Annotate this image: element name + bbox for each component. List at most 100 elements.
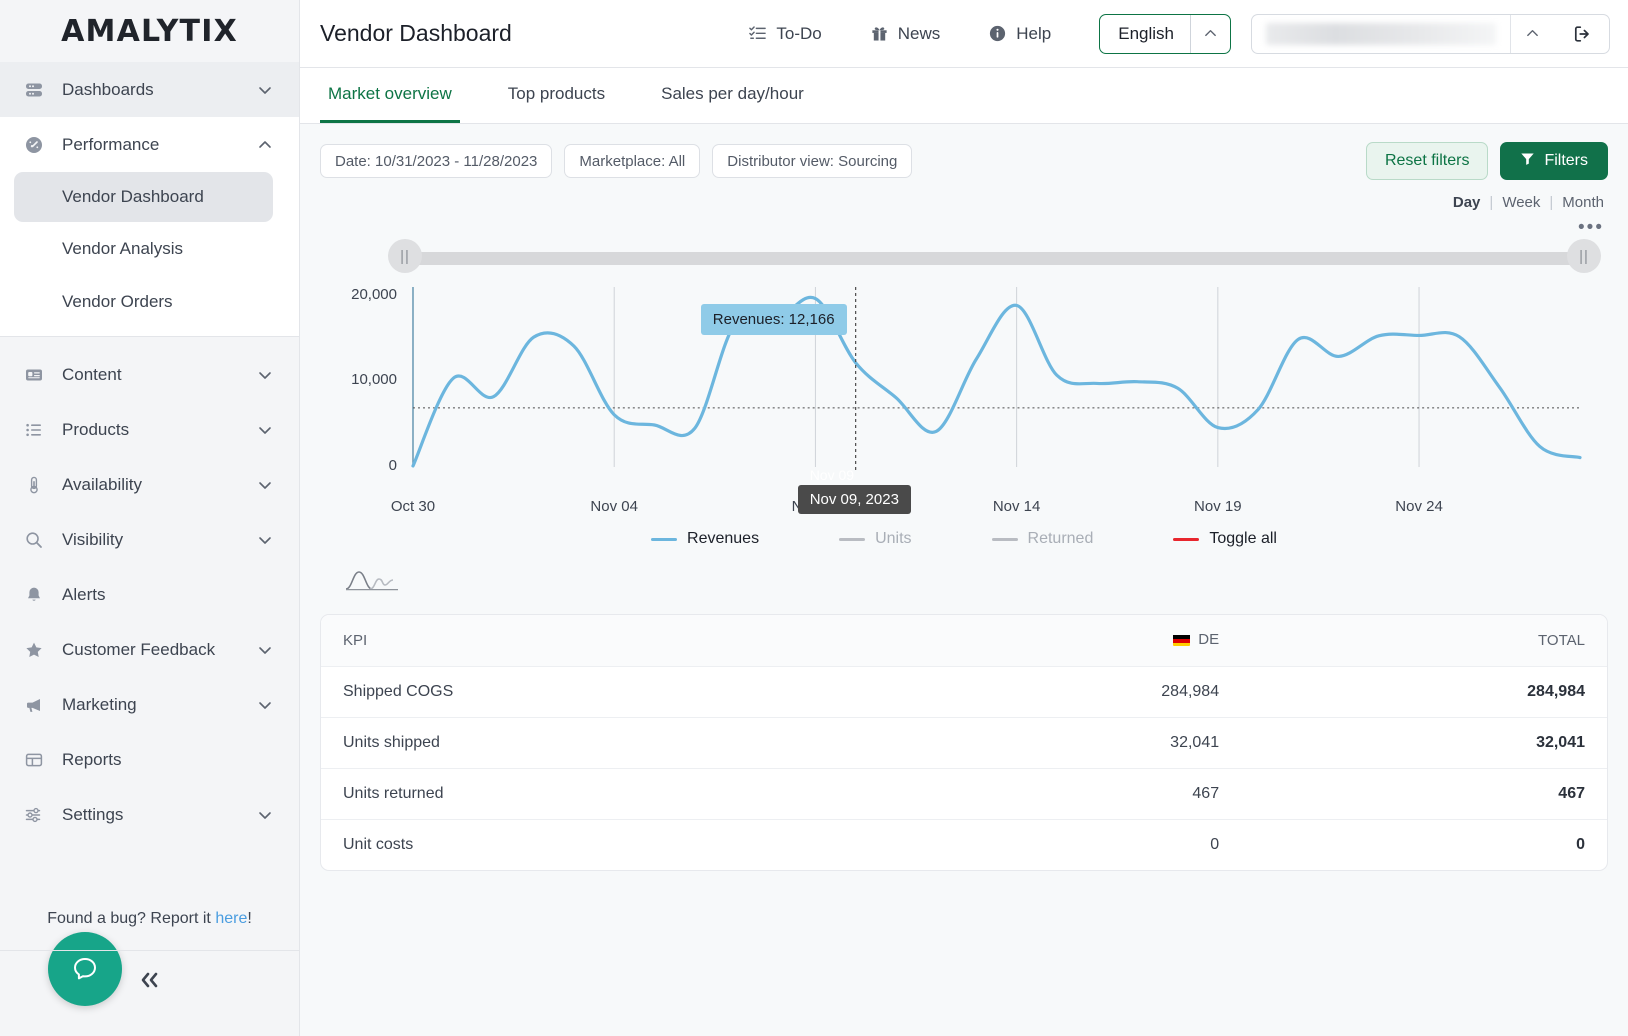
- sidebar-item-visibility[interactable]: Visibility: [0, 512, 299, 567]
- chevron-down-icon: [257, 532, 273, 548]
- sliders-icon: [24, 805, 50, 825]
- chart-tooltip-date-label: Nov 09, 2023: [809, 491, 899, 508]
- granularity-week[interactable]: Week: [1502, 194, 1540, 211]
- cell-kpi: Unit costs: [343, 835, 414, 853]
- cell-de: 467: [875, 768, 1242, 820]
- filter-chip-date[interactable]: Date: 10/31/2023 - 11/28/2023: [320, 144, 553, 178]
- granularity-day[interactable]: Day: [1453, 194, 1481, 211]
- x-axis-tick: Nov 14: [992, 498, 1041, 515]
- column-header-de-label: DE: [1198, 631, 1220, 648]
- account-select[interactable]: [1251, 13, 1554, 54]
- account-group: [1251, 13, 1610, 54]
- chevron-down-icon: [257, 697, 273, 713]
- de-flag-icon: [1173, 634, 1191, 646]
- chart-canvas: [411, 287, 1582, 473]
- sidebar-item-availability[interactable]: Availability: [0, 457, 299, 512]
- granularity-month[interactable]: Month: [1562, 194, 1604, 211]
- logo[interactable]: AMALYTIX: [0, 0, 299, 62]
- chart-more-menu[interactable]: •••: [300, 211, 1628, 239]
- info-icon: [988, 24, 1007, 43]
- sidebar-item-label: Marketing: [62, 694, 137, 714]
- revenue-line-chart[interactable]: 20,000 10,000 0 Oct 30 Nov 04 Nov 09 Nov…: [351, 277, 1584, 515]
- tab-market-overview[interactable]: Market overview: [320, 68, 460, 123]
- sidebar-item-alerts[interactable]: Alerts: [0, 567, 299, 622]
- legend-swatch: [839, 537, 866, 541]
- y-axis-tick: 0: [388, 457, 397, 474]
- reset-filters-button[interactable]: Reset filters: [1365, 142, 1489, 180]
- granularity-switch: Day | Week | Month: [300, 180, 1628, 211]
- sidebar-item-customer-feedback[interactable]: Customer Feedback: [0, 622, 299, 677]
- bug-report-prefix: Found a bug? Report it: [47, 910, 216, 927]
- help-link[interactable]: Help: [988, 24, 1051, 44]
- chevron-down-icon: [257, 82, 273, 98]
- dashboards-icon: [24, 80, 50, 100]
- grip-icon: ||: [1579, 247, 1589, 265]
- sidebar-item-marketing[interactable]: Marketing: [0, 677, 299, 732]
- x-axis-tick: Nov 04: [590, 498, 638, 515]
- range-handle-right[interactable]: ||: [1567, 239, 1601, 273]
- chevron-down-icon: [257, 642, 273, 658]
- filter-chip-marketplace[interactable]: Marketplace: All: [564, 144, 701, 178]
- chevron-down-icon: [257, 367, 273, 383]
- chart-legend: Revenues Units Returned Toggle all: [320, 530, 1608, 548]
- tab-bar: Market overview Top products Sales per d…: [300, 68, 1628, 124]
- megaphone-icon: [24, 695, 50, 715]
- distribution-sparkline-icon: [344, 566, 400, 592]
- reset-filters-label: Reset filters: [1384, 152, 1470, 169]
- bug-report-link[interactable]: here: [215, 910, 247, 927]
- cell-de: 32,041: [875, 717, 1242, 769]
- sidebar-item-content[interactable]: Content: [0, 347, 299, 402]
- sidebar-item-settings[interactable]: Settings: [0, 787, 299, 842]
- column-header-de[interactable]: DE: [875, 615, 1242, 667]
- column-header-kpi[interactable]: KPI: [321, 615, 876, 667]
- range-handle-left[interactable]: ||: [388, 239, 422, 273]
- page-title: Vendor Dashboard: [320, 20, 512, 46]
- sidebar-item-vendor-dashboard[interactable]: Vendor Dashboard: [14, 172, 273, 222]
- table-row: Units shipped 32,041 32,041: [321, 717, 1607, 769]
- chevron-down-icon: [257, 807, 273, 823]
- sidebar-item-products[interactable]: Products: [0, 402, 299, 457]
- sidebar-item-label: Performance: [62, 134, 160, 154]
- double-chevron-left-icon: [141, 972, 157, 988]
- range-track[interactable]: [405, 252, 1584, 265]
- top-bar: Vendor Dashboard To-Do News Help English: [300, 0, 1628, 68]
- kpi-table: KPI DE TOTAL Shipped COGS 284,984 284,98…: [320, 614, 1608, 871]
- news-link[interactable]: News: [870, 24, 940, 44]
- legend-label: Returned: [1027, 530, 1094, 547]
- legend-item-returned[interactable]: Returned: [991, 530, 1094, 548]
- x-axis-tick: Oct 30: [390, 498, 436, 515]
- tab-sales-per-day-hour[interactable]: Sales per day/hour: [653, 68, 812, 123]
- legend-item-revenues[interactable]: Revenues: [651, 530, 759, 548]
- filters-button[interactable]: Filters: [1500, 142, 1608, 180]
- todo-link[interactable]: To-Do: [748, 24, 822, 44]
- kpi-table-element: KPI DE TOTAL Shipped COGS 284,984 284,98…: [321, 615, 1607, 870]
- chart-range-slider[interactable]: || ||: [388, 239, 1601, 273]
- chart-block: || || 20,000 10,000 0 Oct 30 Nov 04 Nov …: [300, 239, 1628, 592]
- sidebar-item-dashboards[interactable]: Dashboards: [0, 62, 299, 117]
- sidebar-item-reports[interactable]: Reports: [0, 732, 299, 787]
- legend-item-toggle-all[interactable]: Toggle all: [1173, 530, 1277, 548]
- tab-top-products[interactable]: Top products: [500, 68, 613, 123]
- sidebar-item-vendor-analysis[interactable]: Vendor Analysis: [0, 222, 299, 275]
- sidebar-item-vendor-orders[interactable]: Vendor Orders: [0, 275, 299, 328]
- y-axis-tick: 10,000: [351, 371, 397, 389]
- collapse-sidebar-button[interactable]: [0, 950, 299, 996]
- search-icon: [24, 530, 50, 550]
- gift-icon: [870, 24, 889, 43]
- sidebar-item-performance[interactable]: Performance: [0, 117, 299, 172]
- legend-label: Units: [875, 530, 912, 547]
- filter-chip-distributor-view[interactable]: Distributor view: Sourcing: [712, 144, 913, 178]
- column-header-total[interactable]: TOTAL: [1241, 615, 1607, 667]
- bug-report-text: Found a bug? Report it here!: [0, 910, 299, 928]
- language-select[interactable]: English: [1099, 13, 1231, 54]
- chevron-up-icon: [1191, 26, 1230, 41]
- sidebar-item-label: Settings: [62, 804, 124, 824]
- sidebar-nav: Dashboards Performance Vendor Dashboard: [0, 62, 299, 842]
- bell-icon: [24, 585, 50, 605]
- table-head: KPI DE TOTAL: [321, 615, 1607, 667]
- language-value: English: [1118, 23, 1174, 43]
- tab-label: Sales per day/hour: [661, 84, 804, 103]
- logout-button[interactable]: [1554, 13, 1610, 54]
- todo-icon: [748, 24, 767, 43]
- legend-item-units[interactable]: Units: [839, 530, 912, 548]
